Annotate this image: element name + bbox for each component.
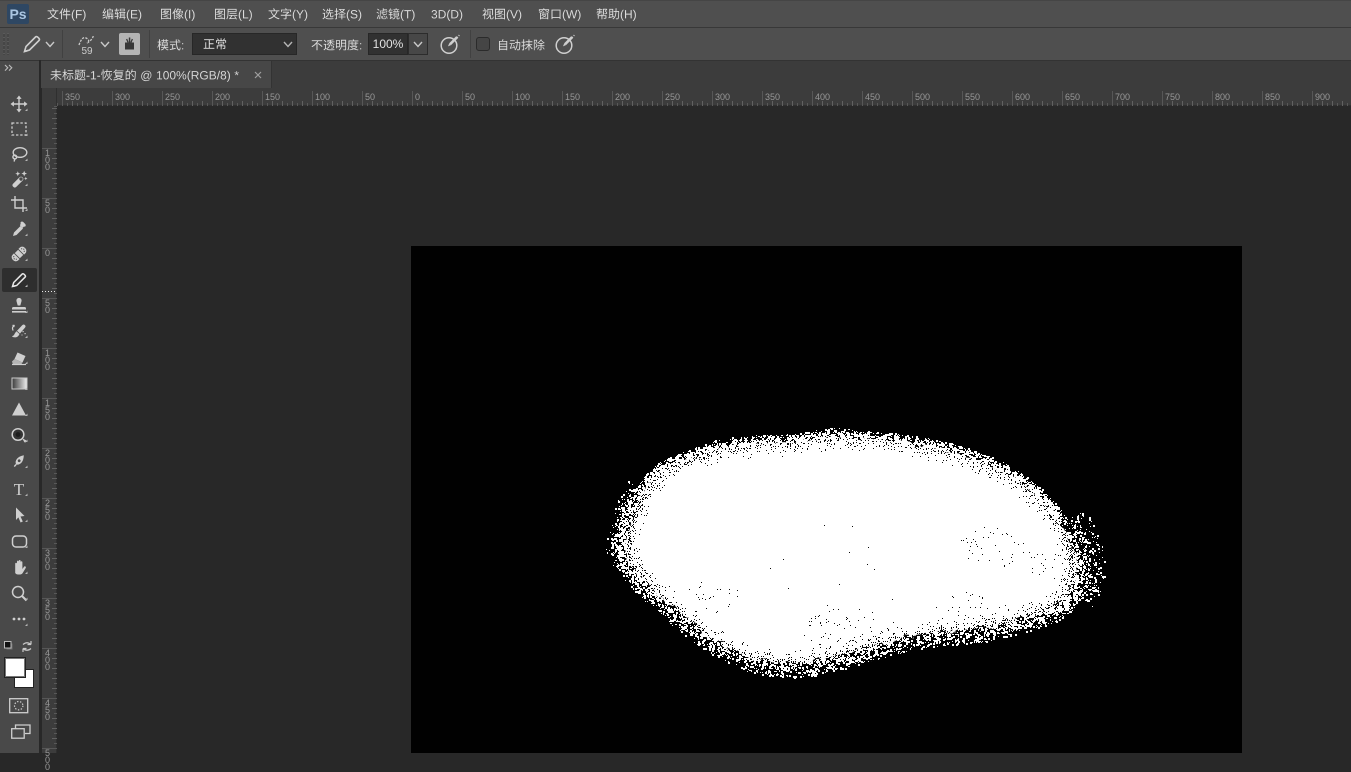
svg-text:T: T: [14, 480, 25, 498]
